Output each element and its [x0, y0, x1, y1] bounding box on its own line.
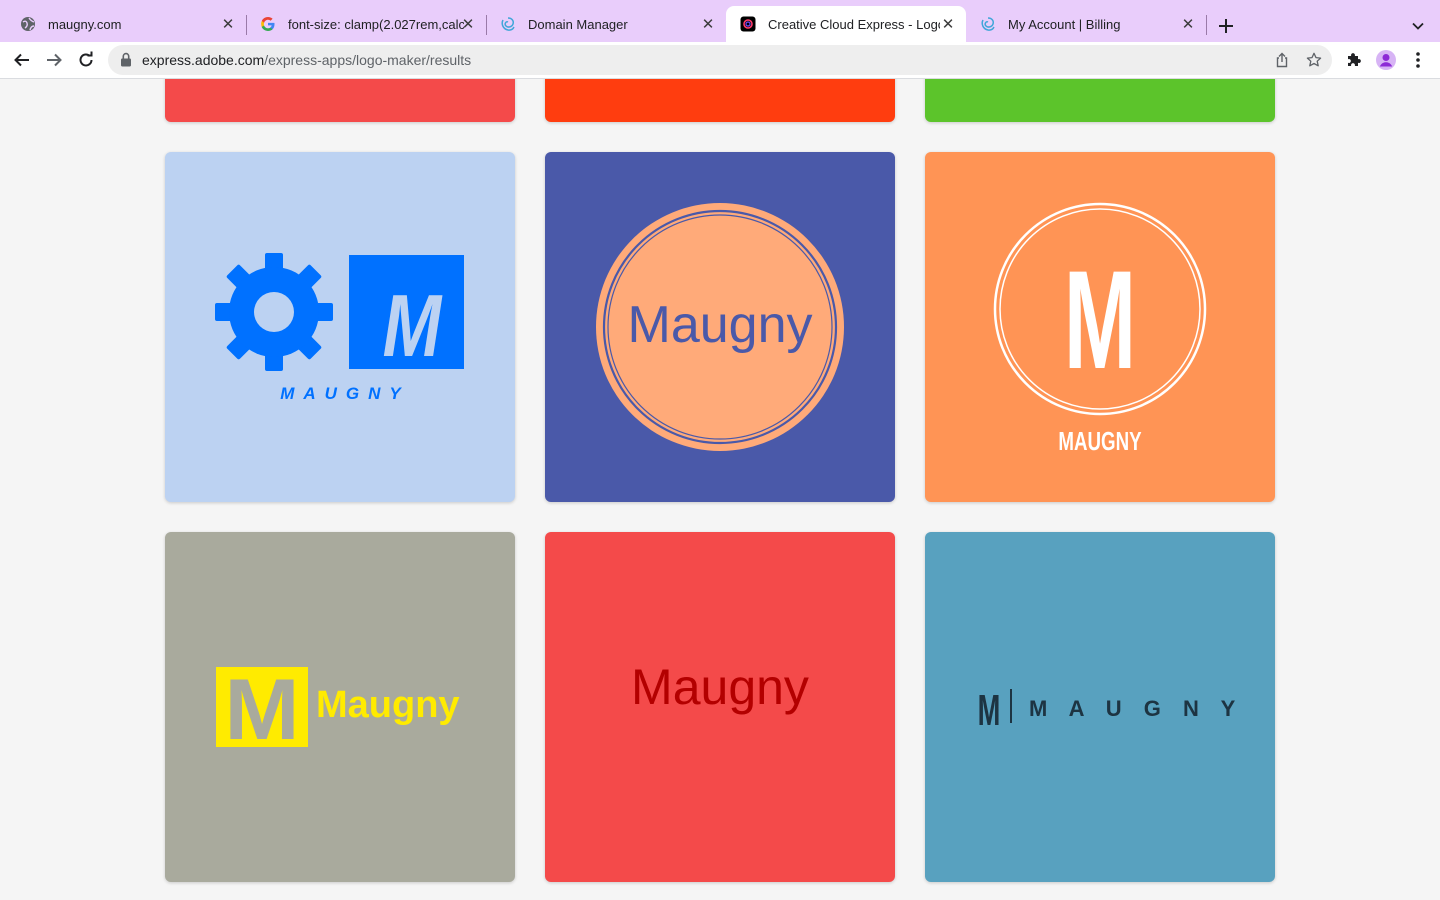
steel-logo-mark: M [978, 685, 1001, 734]
logo-option-card[interactable]: M MAUGNY [165, 152, 515, 502]
badge-logo-mark: M [1064, 242, 1136, 398]
close-icon[interactable]: ✕ [460, 16, 476, 33]
yellow-logo-mark: M [224, 661, 299, 758]
divider [1010, 689, 1012, 723]
new-tab-button[interactable] [1212, 12, 1240, 40]
star-icon [1306, 52, 1322, 67]
logo-option-card[interactable]: Maugny [545, 152, 895, 502]
tab-creative-cloud-express[interactable]: Creative Cloud Express - Logo ✕ [726, 6, 966, 42]
tab-title: Creative Cloud Express - Logo [768, 16, 940, 32]
spiral-icon [500, 16, 516, 32]
tab-search-button[interactable] [1404, 12, 1432, 40]
badge-logo-name: MAUGNY [1058, 426, 1141, 456]
gear-icon [215, 253, 333, 371]
close-icon[interactable]: ✕ [220, 16, 236, 33]
plus-icon [1219, 19, 1233, 33]
globe-icon [20, 16, 36, 32]
logo-option-card[interactable]: Maugny [545, 532, 895, 882]
tab-title: maugny.com [48, 16, 122, 32]
red-logo-name: Maugny [631, 659, 809, 715]
tab-maugny[interactable]: maugny.com ✕ [6, 6, 247, 42]
logo-option-card[interactable] [925, 79, 1275, 122]
yellow-logo: M Maugny [216, 661, 460, 758]
lock-icon [120, 52, 132, 68]
share-button[interactable] [1272, 50, 1292, 70]
profile-button[interactable] [1374, 48, 1398, 72]
url-host: express.adobe.com [142, 52, 265, 68]
arrow-left-icon [14, 53, 29, 67]
gear-logo-name: MAUGNY [280, 384, 410, 403]
red-logo: Maugny [631, 659, 809, 715]
circle-logo: Maugny [596, 203, 844, 451]
url-text: express.adobe.com/express-apps/logo-make… [142, 52, 471, 68]
yellow-logo-name: Maugny [316, 684, 460, 726]
tab-domain-manager[interactable]: Domain Manager ✕ [486, 6, 726, 42]
spiral-icon [980, 16, 996, 32]
arrow-right-icon [47, 53, 62, 67]
close-icon[interactable]: ✕ [700, 16, 716, 33]
close-icon[interactable]: ✕ [940, 16, 956, 33]
avatar-icon [1376, 50, 1396, 70]
extensions-button[interactable] [1342, 48, 1366, 72]
chrome-menu-button[interactable] [1406, 48, 1430, 72]
tab-font-size[interactable]: font-size: clamp(2.027rem,calc ✕ [246, 6, 487, 42]
share-icon [1276, 52, 1288, 68]
tab-my-account-billing[interactable]: My Account | Billing ✕ [966, 6, 1207, 42]
tab-title: Domain Manager [528, 16, 628, 32]
tab-title: font-size: clamp(2.027rem,calc [288, 16, 464, 32]
cc-express-icon [740, 16, 756, 32]
address-bar[interactable]: express.adobe.com/express-apps/logo-make… [108, 45, 1332, 75]
back-button[interactable] [8, 46, 36, 74]
forward-button[interactable] [40, 46, 68, 74]
logo-results-grid: M MAUGNY Maugny M MAUGNY M Maugny Maugny [0, 79, 1440, 900]
logo-option-card[interactable]: M M A U G N Y [925, 532, 1275, 882]
logo-option-card[interactable] [545, 79, 895, 122]
logo-option-card[interactable] [165, 79, 515, 122]
url-path: /express-apps/logo-maker/results [264, 52, 472, 68]
steel-logo: M M A U G N Y [978, 685, 1243, 734]
chevron-down-icon [1412, 22, 1424, 30]
more-vert-icon [1416, 52, 1420, 68]
logo-option-card[interactable]: M MAUGNY [925, 152, 1275, 502]
gear-logo-mark: M [383, 276, 443, 374]
tab-title: My Account | Billing [1008, 16, 1121, 32]
steel-logo-name: M A U G N Y [1029, 696, 1243, 721]
google-icon [260, 16, 276, 32]
bookmark-button[interactable] [1304, 50, 1324, 70]
puzzle-icon [1348, 53, 1361, 66]
reload-button[interactable] [72, 46, 100, 74]
badge-logo: M MAUGNY [993, 202, 1207, 456]
circle-logo-name: Maugny [628, 296, 813, 354]
tab-separator [1206, 15, 1207, 35]
logo-option-card[interactable]: M Maugny [165, 532, 515, 882]
close-icon[interactable]: ✕ [1180, 16, 1196, 33]
browser-toolbar: express.adobe.com/express-apps/logo-make… [0, 42, 1440, 79]
reload-icon [79, 51, 93, 67]
gear-logo: M MAUGNY [215, 253, 464, 403]
tab-strip: maugny.com ✕ font-size: clamp(2.027rem,c… [0, 0, 1440, 42]
